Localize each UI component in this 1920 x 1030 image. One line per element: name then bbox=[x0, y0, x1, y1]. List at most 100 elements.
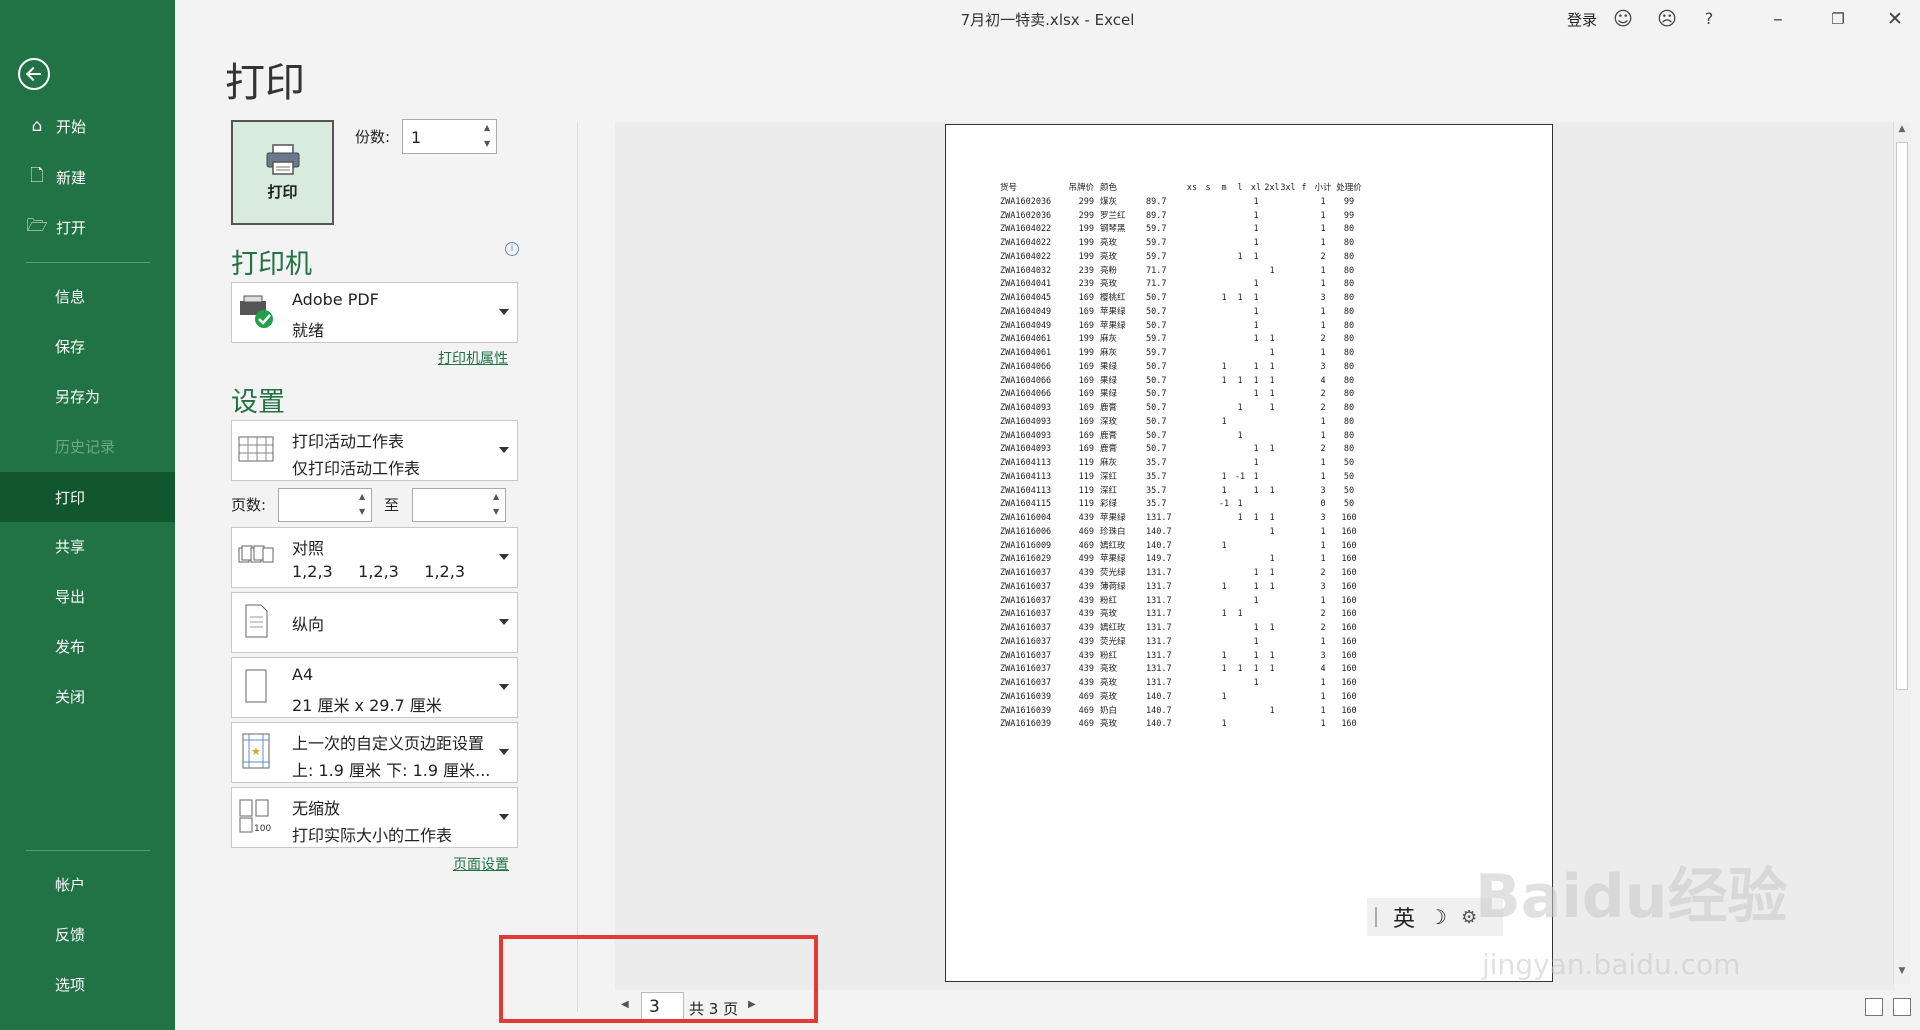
table-cell: 1 bbox=[1320, 678, 1326, 688]
zoom-to-page-icon[interactable] bbox=[1893, 998, 1911, 1016]
half-width-moon-icon[interactable]: ☽ bbox=[1429, 905, 1447, 929]
copies-stepper[interactable]: 1 ▲ ▼ bbox=[402, 119, 497, 154]
sidebar-item-options[interactable]: 选项 bbox=[0, 960, 175, 1008]
sidebar-item-history: 历史记录 bbox=[0, 422, 175, 470]
spin-down-icon[interactable]: ▼ bbox=[359, 507, 367, 516]
table-cell: 50 bbox=[1343, 485, 1355, 496]
table-cell bbox=[1184, 691, 1200, 705]
scroll-up-icon[interactable]: ▲ bbox=[1896, 124, 1908, 136]
restore-icon[interactable]: ❐ bbox=[1826, 7, 1850, 31]
sidebar-item-account[interactable]: 帐户 bbox=[0, 860, 175, 908]
ime-grip[interactable] bbox=[1375, 907, 1379, 927]
table-cell: 1 bbox=[1320, 224, 1326, 235]
table-row: ZWA1616037 439 嫣红玫 131.7 1 1 2 160 bbox=[1000, 622, 1364, 636]
spin-down-icon[interactable]: ▼ bbox=[493, 507, 501, 516]
table-cell: 1 bbox=[1253, 210, 1259, 221]
sidebar-item-publish[interactable]: 发布 bbox=[0, 622, 175, 670]
table-cell: -1 bbox=[1234, 471, 1246, 482]
table-cell: l bbox=[1237, 183, 1243, 193]
close-icon[interactable]: ✕ bbox=[1883, 7, 1907, 31]
table-cell bbox=[1232, 553, 1248, 567]
page-setup-link[interactable]: 页面设置 bbox=[453, 854, 509, 874]
scrollbar-thumb[interactable] bbox=[1896, 142, 1908, 690]
table-cell: 131.7 bbox=[1146, 581, 1172, 592]
sidebar-item-feedback[interactable]: 反馈 bbox=[0, 910, 175, 958]
scaling-dropdown[interactable]: 100 无缩放 打印实际大小的工作表 bbox=[231, 787, 518, 848]
frown-feedback-icon[interactable]: ☹ bbox=[1655, 7, 1679, 31]
table-row: ZWA1604022 199 亮玫 59.7 1 1 80 bbox=[1000, 237, 1364, 251]
scroll-down-icon[interactable]: ▼ bbox=[1896, 966, 1908, 978]
table-cell: 1 bbox=[1320, 320, 1326, 331]
spin-up-icon[interactable]: ▲ bbox=[484, 123, 492, 132]
table-row: ZWA1616037 439 荧光绿 131.7 1 1 160 bbox=[1000, 636, 1364, 650]
sidebar-item-open[interactable]: 🗁 打开 bbox=[0, 203, 175, 251]
pages-to-input[interactable]: ▲ ▼ bbox=[412, 488, 506, 522]
minimize-icon[interactable]: – bbox=[1766, 7, 1790, 31]
spin-up-icon[interactable]: ▲ bbox=[359, 492, 367, 501]
table-cell bbox=[1280, 251, 1296, 265]
table-cell bbox=[1216, 237, 1232, 251]
table-cell: 1 bbox=[1253, 334, 1259, 345]
table-cell: 1 bbox=[1269, 623, 1275, 633]
smile-feedback-icon[interactable]: ☺ bbox=[1611, 7, 1635, 31]
table-cell bbox=[1200, 347, 1216, 361]
ime-language[interactable]: 英 bbox=[1393, 901, 1415, 933]
pages-label: 页数: bbox=[231, 496, 267, 514]
pane-divider bbox=[577, 122, 578, 1012]
info-icon[interactable]: i bbox=[505, 242, 519, 256]
table-row: ZWA1602036 299 煤灰 89.7 1 1 99 bbox=[1000, 196, 1364, 210]
sidebar-item-new[interactable]: 🗋 新建 bbox=[0, 153, 175, 201]
sidebar-item-save[interactable]: 保存 bbox=[0, 322, 175, 370]
signin-link[interactable]: 登录 bbox=[1567, 9, 1597, 30]
printer-icon bbox=[266, 144, 299, 175]
spin-up-icon[interactable]: ▲ bbox=[493, 492, 501, 501]
table-cell: 299 bbox=[1078, 196, 1094, 207]
printer-properties-link[interactable]: 打印机属性 bbox=[438, 348, 508, 368]
help-icon[interactable]: ? bbox=[1697, 7, 1721, 31]
sidebar-item-label: 另存为 bbox=[55, 387, 101, 406]
sidebar-item-close[interactable]: 关闭 bbox=[0, 672, 175, 720]
print-button[interactable]: 打印 bbox=[231, 120, 334, 225]
sidebar-item-info[interactable]: 信息 bbox=[0, 272, 175, 320]
table-cell bbox=[1280, 210, 1296, 224]
sidebar-item-home[interactable]: ⌂ 开始 bbox=[0, 102, 175, 150]
sidebar-item-print[interactable]: 打印 bbox=[0, 472, 175, 522]
table-cell bbox=[1280, 306, 1296, 320]
table-cell: 439 bbox=[1078, 513, 1094, 523]
table-cell: ZWA1604113 bbox=[1000, 458, 1052, 468]
chevron-down-icon bbox=[499, 684, 509, 690]
sidebar-item-label: 反馈 bbox=[55, 925, 86, 944]
table-cell: 麻灰 bbox=[1100, 334, 1118, 345]
pages-from-input[interactable]: ▲ ▼ bbox=[278, 488, 372, 522]
table-cell bbox=[1232, 650, 1248, 664]
table-cell: 80 bbox=[1343, 430, 1355, 441]
table-cell: 50 bbox=[1343, 471, 1355, 482]
table-cell: 80 bbox=[1343, 265, 1355, 276]
table-cell: 80 bbox=[1343, 238, 1355, 248]
margins-dropdown[interactable]: ★ 上一次的自定义页边距设置 上: 1.9 厘米 下: 1.9 厘米... bbox=[231, 722, 518, 783]
table-cell bbox=[1232, 416, 1248, 430]
table-cell: 160 bbox=[1341, 691, 1357, 702]
sidebar-item-share[interactable]: 共享 bbox=[0, 522, 175, 570]
table-cell: 199 bbox=[1078, 348, 1094, 358]
table-cell bbox=[1200, 223, 1216, 237]
orientation-dropdown[interactable]: 纵向 bbox=[231, 592, 518, 653]
sidebar-item-save-as[interactable]: 另存为 bbox=[0, 372, 175, 420]
printer-dropdown[interactable]: Adobe PDF 就绪 bbox=[231, 282, 518, 343]
table-cell bbox=[1296, 718, 1312, 732]
table-cell: 1 bbox=[1320, 526, 1326, 537]
print-what-dropdown[interactable]: 打印活动工作表 仅打印活动工作表 bbox=[231, 420, 518, 481]
spin-down-icon[interactable]: ▼ bbox=[484, 139, 492, 148]
sidebar-item-export[interactable]: 导出 bbox=[0, 572, 175, 620]
back-arrow-icon[interactable] bbox=[18, 58, 50, 90]
show-margins-icon[interactable] bbox=[1865, 998, 1883, 1016]
table-cell bbox=[1264, 718, 1280, 732]
table-cell: 麻灰 bbox=[1100, 458, 1118, 468]
table-cell bbox=[1280, 581, 1296, 595]
table-row: ZWA1604061 199 麻灰 59.7 1 1 2 80 bbox=[1000, 333, 1364, 347]
sidebar-item-label: 关闭 bbox=[55, 687, 86, 706]
table-cell bbox=[1280, 416, 1296, 430]
collate-dropdown[interactable]: 对照 1,2,3 1,2,3 1,2,3 bbox=[231, 527, 518, 588]
table-cell bbox=[1264, 691, 1280, 705]
paper-size-dropdown[interactable]: A4 21 厘米 x 29.7 厘米 bbox=[231, 657, 518, 718]
